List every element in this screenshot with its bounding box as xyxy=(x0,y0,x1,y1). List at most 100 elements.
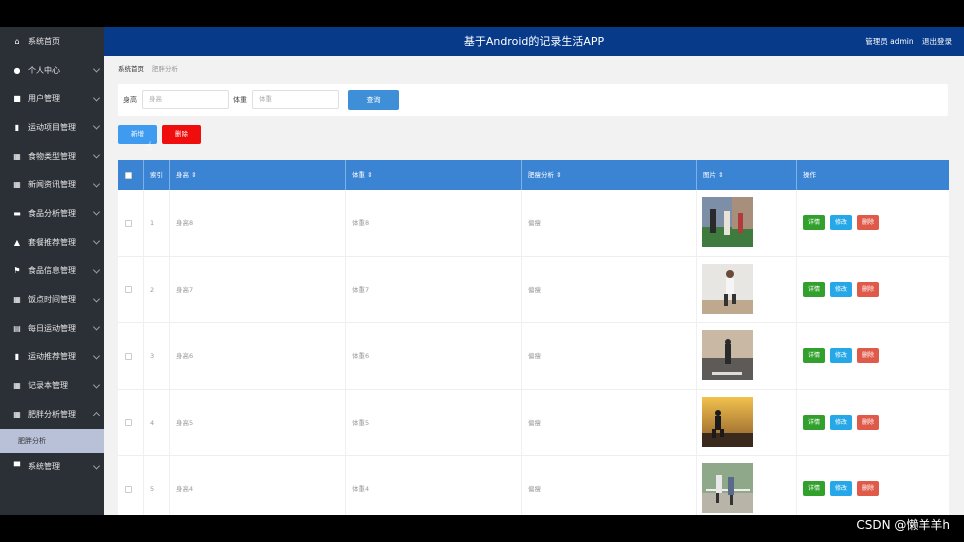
row-photo[interactable] xyxy=(702,263,753,314)
breadcrumb-home[interactable]: 系统首页 xyxy=(118,65,144,73)
detail-button[interactable]: 详情 xyxy=(803,215,826,230)
weight-input[interactable]: 体重 xyxy=(252,90,339,109)
row-photo[interactable] xyxy=(702,396,753,447)
detail-button[interactable]: 详情 xyxy=(803,348,826,363)
cell-weight: 体重6 xyxy=(346,323,522,389)
sidebar-item-label: 运动推荐管理 xyxy=(28,352,76,362)
cell-index: 1 xyxy=(144,190,170,256)
edit-button[interactable]: 修改 xyxy=(830,348,853,363)
sidebar-item-sports[interactable]: ▮ 运动项目管理 xyxy=(0,113,104,142)
edit-button[interactable]: 修改 xyxy=(830,414,853,430)
sidebar: ⌂ 系统首页 ● 个人中心 ■ 用户管理 ▮ 运动项目管理 ▦ 食物类型管理 ▦ 新闻资讯管… xyxy=(0,27,104,515)
col-analysis[interactable]: 肥瘦分析 ⇕ xyxy=(522,160,697,190)
row-checkbox[interactable] xyxy=(118,256,144,323)
cell-analysis: 偏瘦 xyxy=(522,190,697,256)
logout-link[interactable]: 退出登录 xyxy=(922,37,952,46)
table-header: 索引 身高 ⇕ 体重 ⇕ 肥瘦分析 ⇕ 图片 ⇕ 操作 xyxy=(118,160,949,190)
remove-button[interactable]: 删除 xyxy=(857,215,880,230)
edit-button[interactable]: 修改 xyxy=(830,481,853,496)
sidebar-item-label: 记录本管理 xyxy=(28,381,68,391)
top-header: 基于Android的记录生活APP 管理员 admin 退出登录 xyxy=(104,27,964,56)
sidebar-item-users[interactable]: ■ 用户管理 xyxy=(0,84,104,113)
sidebar-item-obesity[interactable]: ▦ 肥胖分析管理 xyxy=(0,400,104,429)
sidebar-item-food-info[interactable]: ⚑ 食品信息管理 xyxy=(0,257,104,286)
sidebar-item-label: 运动项目管理 xyxy=(28,122,76,132)
remove-button[interactable]: 删除 xyxy=(857,281,880,297)
chevron-down-icon xyxy=(92,208,101,217)
chevron-down-icon xyxy=(92,294,101,303)
select-all-checkbox[interactable] xyxy=(118,160,144,190)
cell-index: 4 xyxy=(144,389,170,456)
home-icon: ⌂ xyxy=(14,36,20,46)
edit-button[interactable]: 修改 xyxy=(830,281,853,297)
cell-weight: 体重5 xyxy=(346,389,522,456)
sidebar-item-meal-time[interactable]: ▦ 饭点时间管理 xyxy=(0,285,104,314)
chevron-up-icon xyxy=(92,412,101,420)
cell-analysis: 偏瘦 xyxy=(522,323,697,389)
sidebar-item-label: 套餐推荐管理 xyxy=(28,237,76,247)
cell-analysis: 偏瘦 xyxy=(522,456,697,515)
remove-button[interactable]: 删除 xyxy=(857,348,880,363)
book-icon: ▬ xyxy=(13,208,21,218)
sidebar-item-profile[interactable]: ● 个人中心 xyxy=(0,56,104,85)
cell-weight: 体重7 xyxy=(346,256,522,323)
table-row: 4 身高5 体重5 偏瘦 详情 修改 删除 xyxy=(118,389,949,456)
row-actions: 详情 修改 删除 xyxy=(803,481,880,496)
sidebar-item-label: 系统首页 xyxy=(28,36,60,46)
sidebar-item-system[interactable]: ▀ 系统管理 xyxy=(0,453,104,482)
col-weight[interactable]: 体重 ⇕ xyxy=(346,160,522,190)
row-photo[interactable] xyxy=(702,197,753,247)
sidebar-item-food-analysis[interactable]: ▬ 食品分析管理 xyxy=(0,199,104,228)
detail-button[interactable]: 详情 xyxy=(803,481,826,496)
sidebar-item-label: 每日运动管理 xyxy=(28,323,76,333)
col-height[interactable]: 身高 ⇕ xyxy=(170,160,346,190)
sidebar-item-sport-recommend[interactable]: ▮ 运动推荐管理 xyxy=(0,343,104,372)
row-photo[interactable] xyxy=(702,463,753,513)
row-actions: 详情 修改 删除 xyxy=(803,215,880,230)
row-checkbox[interactable] xyxy=(118,389,144,456)
table-row: 2 身高7 体重7 偏瘦 详情 修改 删除 xyxy=(118,256,949,323)
chevron-down-icon xyxy=(92,65,101,73)
monitor-icon: ▀ xyxy=(13,462,21,472)
grid-icon: ▦ xyxy=(13,151,21,161)
col-index: 索引 xyxy=(144,160,170,190)
sidebar-item-package[interactable]: ▲ 套餐推荐管理 xyxy=(0,228,104,257)
weight-label: 体重 xyxy=(233,96,247,104)
chevron-down-icon xyxy=(92,352,101,360)
cell-height: 身高4 xyxy=(170,456,346,515)
table-icon: ▤ xyxy=(13,323,21,333)
delete-button[interactable]: 删除 xyxy=(162,125,201,144)
col-image[interactable]: 图片 ⇕ xyxy=(697,160,797,190)
sidebar-item-notebook[interactable]: ▦ 记录本管理 xyxy=(0,371,104,400)
height-label: 身高 xyxy=(123,96,137,104)
flag-icon: ⚑ xyxy=(13,266,21,276)
row-photo[interactable] xyxy=(702,330,753,380)
query-button[interactable]: 查询 xyxy=(348,90,399,110)
grid-icon: ▦ xyxy=(13,381,21,391)
sidebar-item-home[interactable]: ⌂ 系统首页 xyxy=(0,27,104,56)
row-checkbox[interactable] xyxy=(118,190,144,256)
row-checkbox[interactable] xyxy=(118,323,144,389)
sidebar-item-label: 食物类型管理 xyxy=(28,151,76,161)
breadcrumb-current: 肥胖分析 xyxy=(152,65,178,73)
height-input[interactable]: 身高 xyxy=(142,90,229,109)
pointer-cursor-icon: ☝ xyxy=(145,139,153,153)
app-frame: ⌂ 系统首页 ● 个人中心 ■ 用户管理 ▮ 运动项目管理 ▦ 食物类型管理 ▦ 新闻资讯管… xyxy=(0,27,964,515)
sidebar-item-food-type[interactable]: ▦ 食物类型管理 xyxy=(0,142,104,171)
sidebar-item-label: 饭点时间管理 xyxy=(28,295,76,305)
chevron-down-icon xyxy=(92,237,101,245)
remove-button[interactable]: 删除 xyxy=(857,481,880,496)
detail-button[interactable]: 详情 xyxy=(803,281,826,297)
grid-icon: ▦ xyxy=(13,295,21,305)
grid-icon: ▦ xyxy=(13,180,21,190)
sidebar-item-daily-sport[interactable]: ▤ 每日运动管理 xyxy=(0,314,104,343)
sidebar-subitem-obesity-analysis[interactable]: 肥胖分析 xyxy=(0,428,104,453)
edit-button[interactable]: 修改 xyxy=(830,215,853,230)
detail-button[interactable]: 详情 xyxy=(803,414,826,430)
chevron-down-icon xyxy=(92,381,101,389)
row-checkbox[interactable] xyxy=(118,456,144,515)
row-actions: 详情 修改 删除 xyxy=(803,414,880,430)
sidebar-item-news[interactable]: ▦ 新闻资讯管理 xyxy=(0,170,104,199)
remove-button[interactable]: 删除 xyxy=(857,414,880,430)
sidebar-item-label: 个人中心 xyxy=(28,65,60,75)
